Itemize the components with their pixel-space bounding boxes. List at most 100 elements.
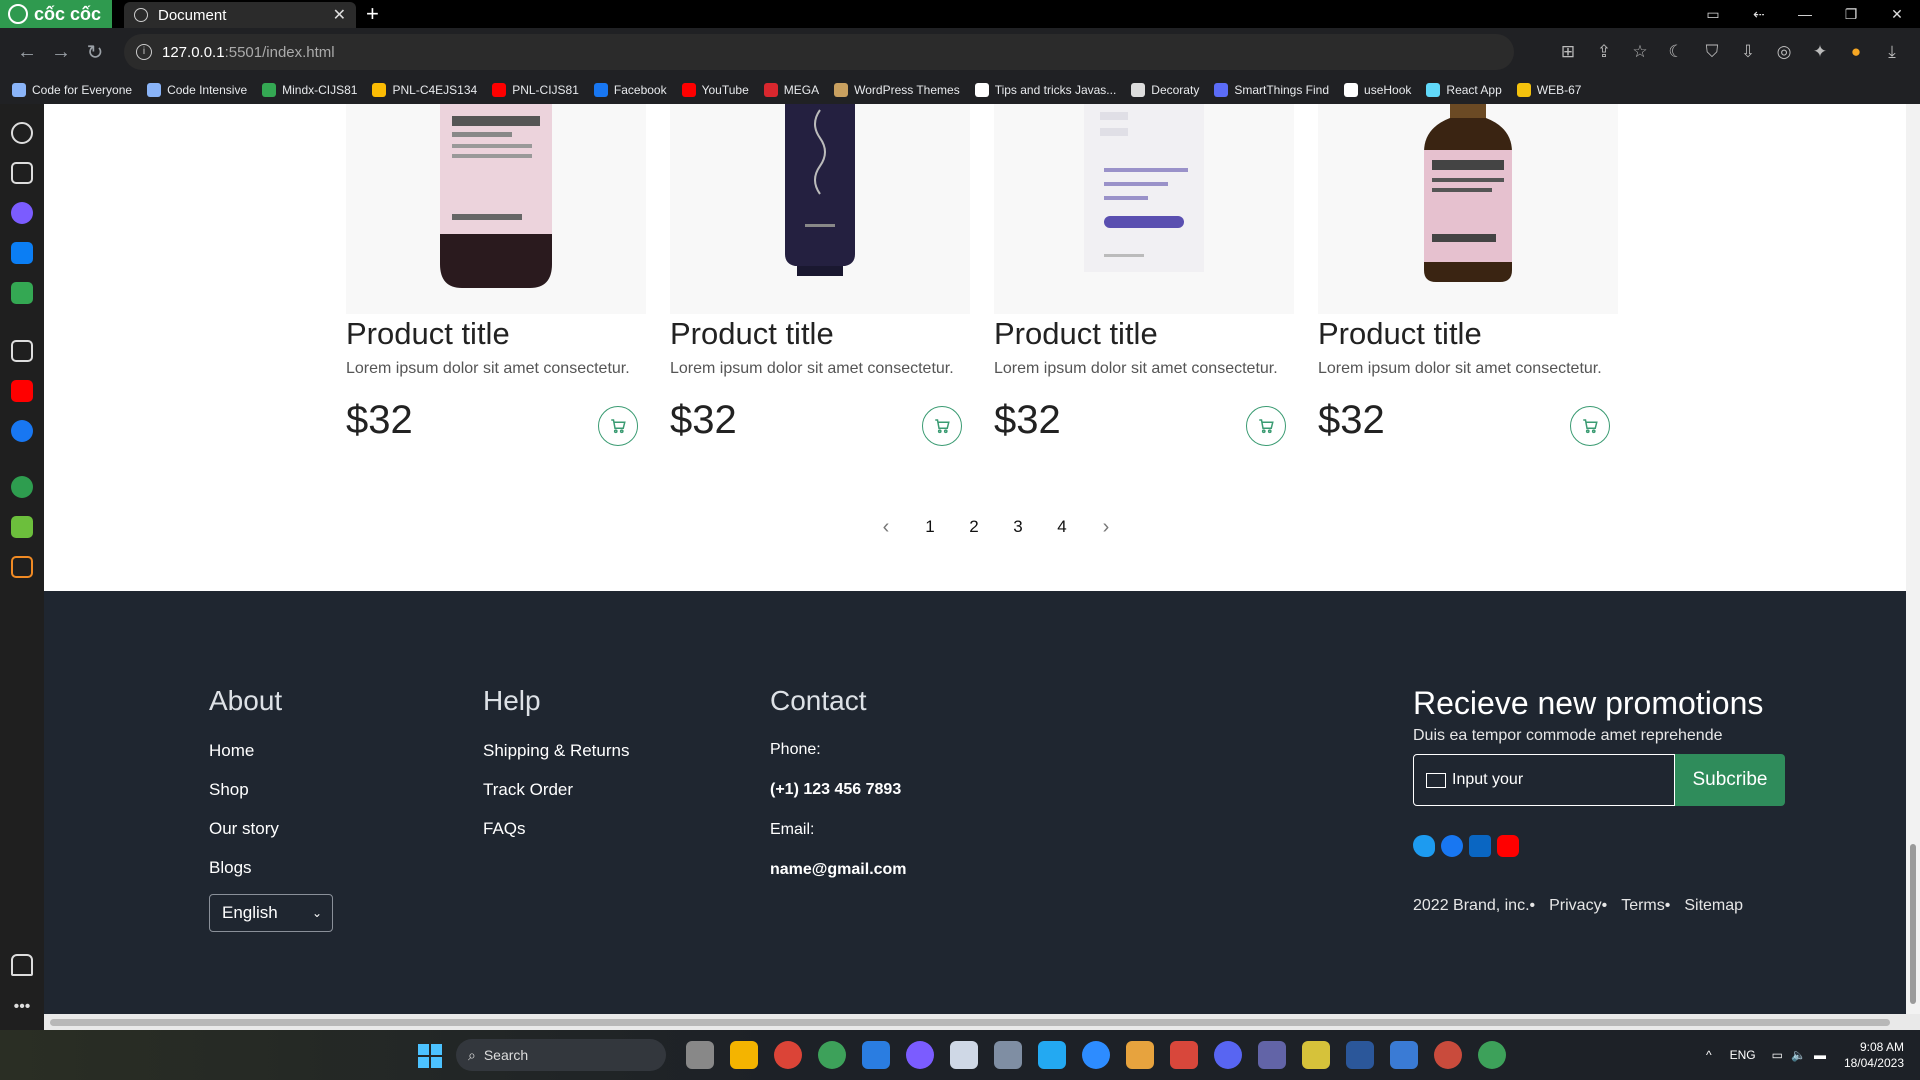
- bookmark-item[interactable]: PNL-C4EJS134: [372, 83, 477, 97]
- gamepad-icon[interactable]: [11, 282, 33, 304]
- add-to-cart-button[interactable]: [1246, 406, 1286, 446]
- add-to-cart-button[interactable]: [1570, 406, 1610, 446]
- bookmark-star-icon[interactable]: ☆: [1622, 42, 1658, 62]
- translate-icon[interactable]: ⊞: [1550, 42, 1586, 62]
- restore-button[interactable]: ❐: [1828, 0, 1874, 28]
- tab-document[interactable]: Document ✕: [124, 2, 356, 28]
- vertical-scroll-thumb[interactable]: [1910, 844, 1916, 1004]
- footer-link-track-order[interactable]: Track Order: [483, 780, 573, 800]
- reload-icon[interactable]: ↻: [78, 40, 112, 65]
- discord-icon[interactable]: [1214, 1041, 1242, 1069]
- product-title[interactable]: Product title: [670, 316, 834, 352]
- url-field[interactable]: i 127.0.0.1:5501/index.html: [124, 34, 1514, 70]
- footer-link-our-story[interactable]: Our story: [209, 819, 279, 839]
- page-4-link[interactable]: 4: [1040, 517, 1084, 537]
- messenger-icon[interactable]: [11, 202, 33, 224]
- earth-game-icon[interactable]: [11, 476, 33, 498]
- product-image[interactable]: [994, 104, 1294, 314]
- git-app-icon[interactable]: [1434, 1041, 1462, 1069]
- bookmark-item[interactable]: Mindx-CIJS81: [262, 83, 357, 97]
- reading-list-icon[interactable]: [11, 162, 33, 184]
- youtube-icon[interactable]: [1497, 835, 1519, 857]
- footer-link-home[interactable]: Home: [209, 741, 254, 761]
- input-language[interactable]: ENG: [1730, 1048, 1756, 1062]
- bookmark-item[interactable]: Tips and tricks Javas...: [974, 83, 1116, 97]
- bookmark-item[interactable]: Facebook: [593, 83, 667, 97]
- bookmark-item[interactable]: Code Intensive: [147, 83, 247, 97]
- vscode-icon[interactable]: [1038, 1041, 1066, 1069]
- battery-icon[interactable]: ▬: [1814, 1048, 1826, 1062]
- twitter-icon[interactable]: [1413, 835, 1435, 857]
- product-image[interactable]: [1318, 104, 1618, 314]
- task-view-icon[interactable]: [686, 1041, 714, 1069]
- zoom-icon[interactable]: [1082, 1041, 1110, 1069]
- coccoc-taskbar-icon[interactable]: [818, 1041, 846, 1069]
- app-icon[interactable]: [994, 1041, 1022, 1069]
- linkedin-icon[interactable]: [1469, 835, 1491, 857]
- product-card[interactable]: Product title Lorem ipsum dolor sit amet…: [670, 104, 970, 446]
- history-icon[interactable]: [11, 122, 33, 144]
- vertical-scrollbar[interactable]: [1906, 104, 1920, 1014]
- clock[interactable]: 9:08 AM 18/04/2023: [1844, 1039, 1904, 1071]
- bookmark-item[interactable]: SmartThings Find: [1214, 83, 1329, 97]
- page-1-link[interactable]: 1: [908, 517, 952, 537]
- coccoc-app-icon[interactable]: [11, 516, 33, 538]
- forward-icon[interactable]: →: [44, 41, 78, 64]
- zalo-taskbar-icon[interactable]: [862, 1041, 890, 1069]
- product-card[interactable]: Product title Lorem ipsum dolor sit amet…: [1318, 104, 1618, 446]
- more-options-icon[interactable]: •••: [11, 996, 33, 1018]
- product-card[interactable]: Product title Lorem ipsum dolor sit amet…: [994, 104, 1294, 446]
- bookmark-item[interactable]: YouTube: [681, 83, 749, 97]
- promo-email-input[interactable]: Input your: [1413, 754, 1675, 806]
- product-title[interactable]: Product title: [346, 316, 510, 352]
- word-icon[interactable]: [1346, 1041, 1374, 1069]
- bookmark-item[interactable]: WEB-67: [1516, 83, 1581, 97]
- chevron-up-icon[interactable]: ^: [1706, 1048, 1712, 1062]
- minimize-button[interactable]: —: [1782, 0, 1828, 28]
- sourcetree-icon[interactable]: [1390, 1041, 1418, 1069]
- back-icon[interactable]: ←: [10, 41, 44, 64]
- bookmark-item[interactable]: WordPress Themes: [834, 83, 960, 97]
- star-app-icon[interactable]: [1126, 1041, 1154, 1069]
- bookmark-item[interactable]: React App: [1426, 83, 1502, 97]
- footer-link-blogs[interactable]: Blogs: [209, 858, 252, 878]
- downloads-icon[interactable]: ⤓: [1874, 42, 1910, 62]
- add-to-cart-button[interactable]: [922, 406, 962, 446]
- footer-link-faqs[interactable]: FAQs: [483, 819, 526, 839]
- product-image[interactable]: [346, 104, 646, 314]
- product-title[interactable]: Product title: [1318, 316, 1482, 352]
- teams-icon[interactable]: [1258, 1041, 1286, 1069]
- close-window-button[interactable]: ✕: [1874, 0, 1920, 28]
- bookmark-item[interactable]: MEGA: [763, 83, 819, 97]
- site-info-icon[interactable]: i: [136, 44, 152, 60]
- dev-icon[interactable]: [950, 1041, 978, 1069]
- product-title[interactable]: Product title: [994, 316, 1158, 352]
- prev-page-button[interactable]: ‹: [864, 516, 908, 539]
- add-sidebar-app-icon[interactable]: [11, 340, 33, 362]
- subscribe-button[interactable]: Subcribe: [1675, 754, 1785, 806]
- windows-start-icon[interactable]: [418, 1044, 442, 1068]
- sitemap-link[interactable]: Sitemap: [1684, 897, 1743, 915]
- extensions-icon[interactable]: ✦: [1802, 42, 1838, 62]
- dark-mode-icon[interactable]: ☾: [1658, 42, 1694, 62]
- language-select[interactable]: English ⌄: [209, 894, 333, 932]
- close-tab-icon[interactable]: ✕: [333, 5, 346, 25]
- product-image[interactable]: [670, 104, 970, 314]
- profile-avatar[interactable]: ●: [1838, 42, 1874, 62]
- bookmark-item[interactable]: useHook: [1344, 83, 1411, 97]
- notification-bell-icon[interactable]: [11, 954, 33, 976]
- sidebar-toggle-icon[interactable]: ▭: [1690, 0, 1736, 28]
- compass-icon[interactable]: ◎: [1766, 42, 1802, 62]
- email-address[interactable]: name@gmail.com: [770, 861, 907, 879]
- taskbar-search[interactable]: ⌕ Search: [456, 1039, 666, 1071]
- red-app-icon[interactable]: [1170, 1041, 1198, 1069]
- page-2-link[interactable]: 2: [952, 517, 996, 537]
- bookmark-item[interactable]: PNL-CIJS81: [492, 83, 579, 97]
- share-icon[interactable]: ⇪: [1586, 42, 1622, 62]
- footer-link-shipping[interactable]: Shipping & Returns: [483, 741, 629, 761]
- messenger-taskbar-icon[interactable]: [906, 1041, 934, 1069]
- footer-link-shop[interactable]: Shop: [209, 780, 249, 800]
- phone-number[interactable]: (+1) 123 456 7893: [770, 781, 901, 799]
- bookmark-item[interactable]: Code for Everyone: [12, 83, 132, 97]
- zalo-icon[interactable]: [11, 242, 33, 264]
